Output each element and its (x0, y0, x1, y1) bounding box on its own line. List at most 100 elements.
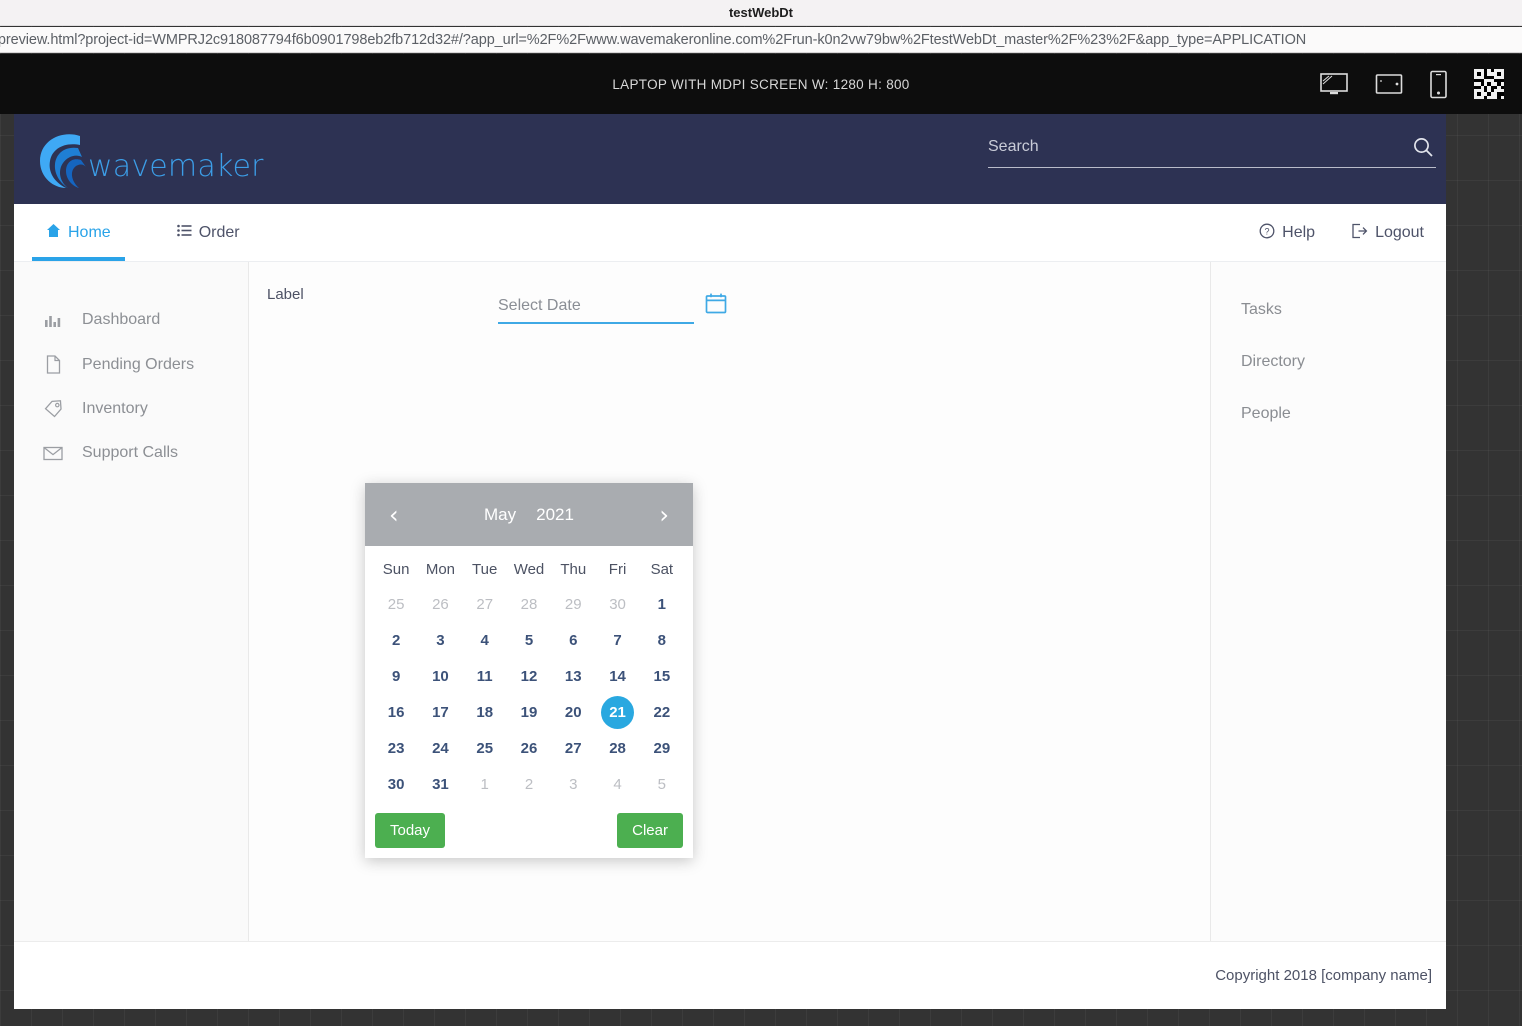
logout-button[interactable]: Logout (1351, 223, 1424, 244)
datepicker-day[interactable]: 4 (595, 766, 639, 802)
right-sidebar-item-people[interactable]: People (1211, 388, 1446, 440)
datepicker-day[interactable]: 5 (507, 622, 551, 658)
nav-item-home[interactable]: Home (32, 204, 125, 261)
datepicker-day[interactable]: 4 (463, 622, 507, 658)
datepicker-day[interactable]: 29 (551, 586, 595, 622)
datepicker-day[interactable]: 30 (374, 766, 418, 802)
datepicker-day-label: 19 (520, 703, 538, 721)
datepicker-day[interactable]: 3 (551, 766, 595, 802)
datepicker-day[interactable]: 19 (507, 694, 551, 730)
right-sidebar-item-tasks[interactable]: Tasks (1211, 284, 1446, 336)
datepicker-day-label: 2 (391, 631, 401, 649)
sidebar-item-inventory[interactable]: Inventory (14, 387, 248, 431)
help-button[interactable]: ? Help (1259, 223, 1315, 244)
brand-logo[interactable]: wavemaker (32, 128, 264, 190)
app-body: Dashboard Pending Orders Inventory Suppo… (14, 262, 1446, 941)
datepicker-day[interactable]: 9 (374, 658, 418, 694)
app-preview-frame: wavemaker Ho (14, 114, 1446, 1009)
datepicker-day[interactable]: 28 (595, 730, 639, 766)
app-navbar: Home Order ? Help Logout (14, 204, 1446, 262)
browser-url-bar[interactable]: /preview.html?project-id=WMPRJ2c91808779… (0, 27, 1522, 53)
datepicker-day[interactable]: 17 (418, 694, 462, 730)
datepicker-day[interactable]: 3 (418, 622, 462, 658)
datepicker-day[interactable]: 26 (507, 730, 551, 766)
datepicker-day-label: 29 (564, 595, 582, 613)
today-button[interactable]: Today (375, 812, 446, 848)
datepicker-day[interactable]: 1 (640, 586, 684, 622)
datepicker-day-label: 3 (569, 775, 578, 793)
calendar-icon[interactable] (705, 292, 727, 314)
datepicker-day[interactable]: 20 (551, 694, 595, 730)
datepicker-day-label: 17 (432, 703, 449, 721)
help-circle-icon: ? (1259, 223, 1275, 244)
next-month-button[interactable]: › (659, 503, 669, 527)
search-icon[interactable] (1404, 136, 1436, 158)
datepicker-week-row: 30 31 1 2 3 4 5 (374, 766, 684, 802)
datepicker-day[interactable]: 15 (640, 658, 684, 694)
datepicker-day[interactable]: 31 (418, 766, 462, 802)
sidebar-item-pending-orders[interactable]: Pending Orders (14, 342, 248, 387)
datepicker-day[interactable]: 5 (640, 766, 684, 802)
datepicker-day[interactable]: 6 (551, 622, 595, 658)
datepicker-day[interactable]: 11 (463, 658, 507, 694)
datepicker-day[interactable]: 27 (463, 586, 507, 622)
datepicker-weekday-row: Sun Mon Tue Wed Thu Fri Sat (374, 552, 684, 586)
datepicker-day[interactable]: 25 (374, 586, 418, 622)
datepicker-day[interactable]: 12 (507, 658, 551, 694)
desktop-preview-icon[interactable] (1319, 72, 1349, 96)
datepicker-day[interactable]: 16 (374, 694, 418, 730)
datepicker-day[interactable]: 23 (374, 730, 418, 766)
datepicker-day-label: 28 (520, 595, 538, 613)
datepicker-day[interactable]: 30 (595, 586, 639, 622)
left-sidebar: Dashboard Pending Orders Inventory Suppo… (14, 262, 249, 941)
datepicker-day-label: 8 (657, 631, 666, 649)
window-title: testWebDt (728, 5, 794, 20)
datepicker-day-label: 26 (520, 739, 538, 757)
datepicker-day[interactable]: 25 (463, 730, 507, 766)
datepicker-day-label: 24 (432, 739, 449, 757)
datepicker-day[interactable]: 28 (507, 586, 551, 622)
date-input[interactable] (498, 297, 705, 315)
sidebar-item-dashboard[interactable]: Dashboard (14, 298, 248, 342)
nav-item-order[interactable]: Order (163, 204, 254, 261)
datepicker-day-label: 27 (564, 739, 582, 757)
datepicker-day-selected[interactable]: 21 (595, 694, 639, 730)
datepicker-day[interactable]: 26 (418, 586, 462, 622)
datepicker-day[interactable]: 24 (418, 730, 462, 766)
device-size-label: LAPTOP WITH MDPI SCREEN W: 1280 H: 800 (612, 76, 910, 92)
qr-code-icon[interactable] (1474, 69, 1504, 99)
datepicker-day[interactable]: 7 (595, 622, 639, 658)
datepicker-day[interactable]: 2 (374, 622, 418, 658)
mobile-preview-icon[interactable] (1429, 70, 1448, 99)
url-text[interactable]: /preview.html?project-id=WMPRJ2c91808779… (0, 32, 1306, 48)
search-input[interactable] (988, 138, 1404, 156)
datepicker-day[interactable]: 13 (551, 658, 595, 694)
sidebar-item-support-calls[interactable]: Support Calls (14, 431, 248, 475)
sidebar-item-inventory-label: Inventory (82, 400, 148, 417)
datepicker-day-label: 9 (391, 667, 401, 685)
datepicker-month[interactable]: May (484, 505, 516, 525)
datepicker-day-label: 10 (432, 667, 449, 685)
datepicker-day[interactable]: 14 (595, 658, 639, 694)
datepicker-year[interactable]: 2021 (536, 505, 574, 525)
datepicker-day-label: 13 (564, 667, 582, 685)
datepicker-day[interactable]: 10 (418, 658, 462, 694)
datepicker-day-label: 4 (480, 631, 489, 649)
main-content: Label Select Date ‹ May 2021 › Sun Mon T… (249, 262, 1211, 941)
previous-month-button[interactable]: ‹ (389, 503, 399, 527)
browser-title-bar: testWebDt (0, 0, 1522, 26)
clear-button[interactable]: Clear (617, 812, 683, 848)
datepicker-day[interactable]: 18 (463, 694, 507, 730)
datepicker-day[interactable]: 1 (463, 766, 507, 802)
datepicker-day[interactable]: 8 (640, 622, 684, 658)
search-container (988, 136, 1436, 168)
tablet-preview-icon[interactable] (1375, 73, 1403, 95)
datepicker-day[interactable]: 29 (640, 730, 684, 766)
datepicker-day[interactable]: 2 (507, 766, 551, 802)
nav-item-order-label: Order (198, 223, 240, 241)
datepicker-header: ‹ May 2021 › (365, 483, 693, 546)
sidebar-item-dashboard-label: Dashboard (82, 311, 161, 328)
right-sidebar-item-directory[interactable]: Directory (1211, 336, 1446, 388)
datepicker-day[interactable]: 22 (640, 694, 684, 730)
datepicker-day[interactable]: 27 (551, 730, 595, 766)
